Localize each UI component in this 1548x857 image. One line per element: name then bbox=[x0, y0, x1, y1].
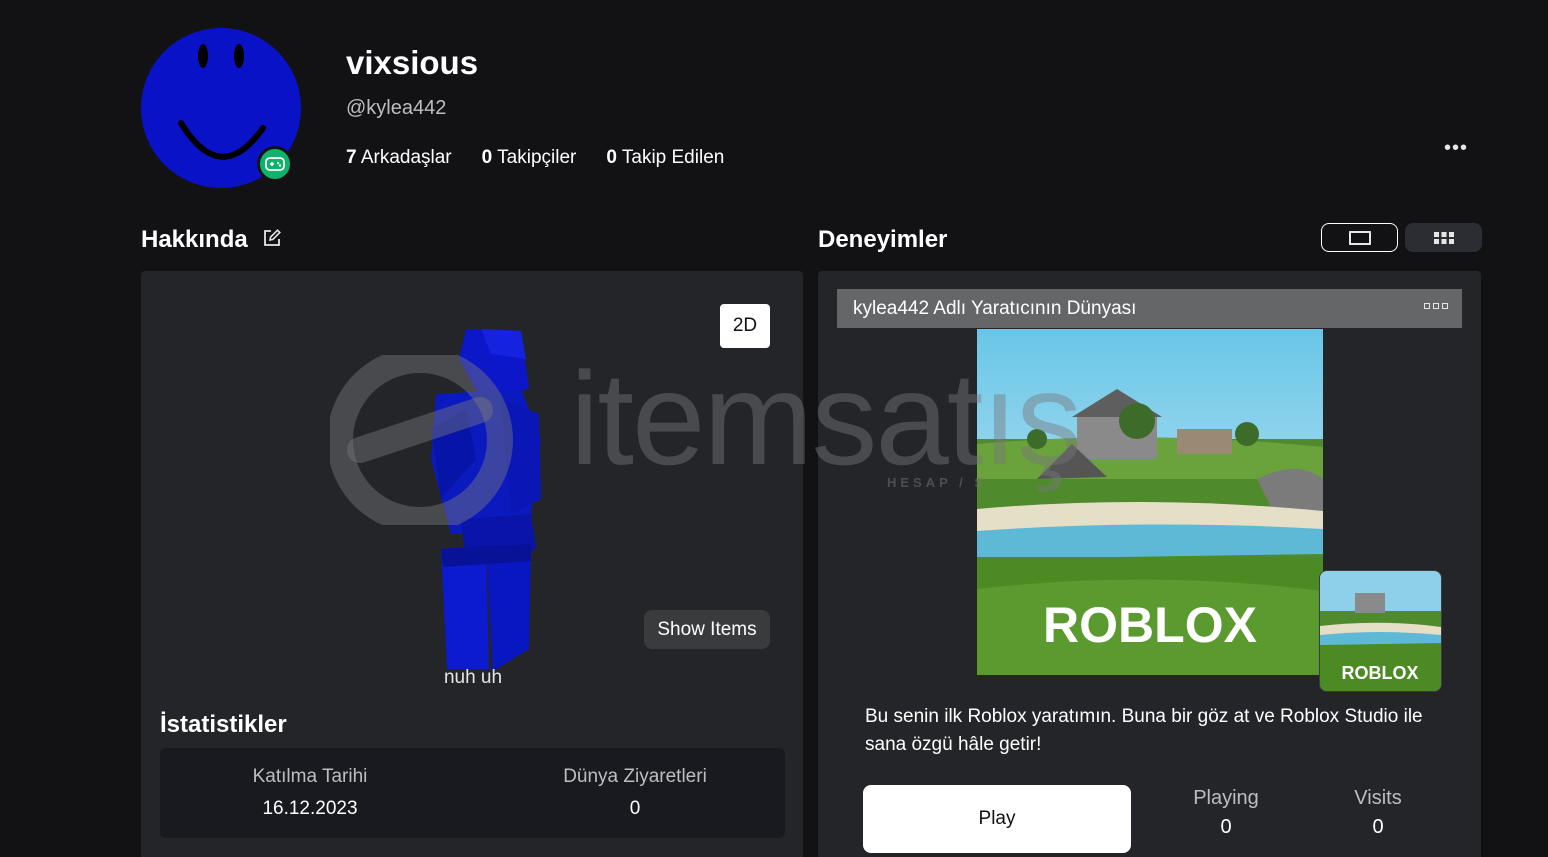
playing-value: 0 bbox=[1220, 816, 1232, 838]
place-visits-stat: Dünya Ziyaretleri 0 bbox=[485, 766, 785, 820]
experience-menu-icon[interactable] bbox=[1424, 303, 1448, 309]
avatar-caption: nuh uh bbox=[443, 667, 503, 688]
visits-value: 0 bbox=[1372, 816, 1384, 838]
show-items-button[interactable]: Show Items bbox=[644, 610, 770, 649]
view-toggle bbox=[1321, 223, 1482, 252]
toggle-2d-button[interactable]: 2D bbox=[720, 304, 770, 348]
profile-avatar[interactable] bbox=[141, 28, 301, 188]
playing-label: Playing bbox=[1193, 787, 1259, 809]
friends-count: 7 bbox=[346, 147, 357, 168]
about-title: Hakkında bbox=[141, 226, 282, 255]
join-date-stat: Katılma Tarihi 16.12.2023 bbox=[160, 766, 460, 820]
followers-link[interactable]: 0 Takipçiler bbox=[482, 147, 577, 169]
username-handle: @kylea442 bbox=[346, 97, 447, 119]
about-panel: 2D Show Items nuh uh İstatistikler Katıl… bbox=[141, 271, 803, 857]
place-visits-value: 0 bbox=[629, 798, 641, 819]
experience-name: kylea442 Adlı Yaratıcının Dünyası bbox=[853, 297, 1137, 319]
friends-link[interactable]: 7 Arkadaşlar bbox=[346, 147, 452, 169]
roblox-logo-text: ROBLOX bbox=[1043, 597, 1257, 653]
grid-icon bbox=[1433, 231, 1454, 244]
following-label: Takip Edilen bbox=[621, 147, 725, 168]
experiences-panel: kylea442 Adlı Yaratıcının Dünyası ROBLOX… bbox=[818, 271, 1481, 857]
followers-label: Takipçiler bbox=[497, 147, 577, 168]
more-options-button[interactable]: ••• bbox=[1440, 137, 1472, 159]
carousel-view-button[interactable] bbox=[1321, 223, 1398, 252]
statistics-title: İstatistikler bbox=[160, 711, 287, 738]
join-date-value: 16.12.2023 bbox=[262, 798, 358, 819]
experiences-title: Deneyimler bbox=[818, 226, 948, 253]
experience-title-bar[interactable]: kylea442 Adlı Yaratıcının Dünyası bbox=[837, 289, 1462, 328]
statistics-box: Katılma Tarihi 16.12.2023 Dünya Ziyaretl… bbox=[160, 748, 785, 838]
visits-stat: Visits 0 bbox=[1308, 787, 1448, 839]
about-title-text: Hakkında bbox=[141, 226, 248, 253]
grid-view-button[interactable] bbox=[1405, 223, 1482, 252]
single-view-icon bbox=[1348, 230, 1371, 245]
play-button[interactable]: Play bbox=[863, 785, 1131, 853]
roblox-small-logo-text: ROBLOX bbox=[1341, 663, 1418, 683]
experience-description: Bu senin ilk Roblox yaratımın. Buna bir … bbox=[865, 706, 1423, 755]
experience-thumbnail[interactable]: ROBLOX bbox=[977, 329, 1323, 675]
social-counts: 7 Arkadaşlar 0 Takipçiler 0 Takip Edilen bbox=[346, 147, 724, 169]
following-count: 0 bbox=[606, 147, 617, 168]
avatar-3d-render[interactable] bbox=[381, 299, 561, 669]
following-link[interactable]: 0 Takip Edilen bbox=[606, 147, 724, 169]
in-game-presence-icon bbox=[257, 146, 293, 182]
visits-label: Visits bbox=[1354, 787, 1402, 809]
followers-count: 0 bbox=[481, 147, 493, 168]
place-visits-label: Dünya Ziyaretleri bbox=[563, 766, 707, 787]
friends-label: Arkadaşlar bbox=[360, 147, 452, 168]
experience-icon-thumbnail[interactable]: ROBLOX bbox=[1319, 570, 1442, 692]
playing-stat: Playing 0 bbox=[1156, 787, 1296, 839]
profile-page: vixsious @kylea442 7 Arkadaşlar 0 Takipç… bbox=[0, 0, 1548, 857]
join-date-label: Katılma Tarihi bbox=[252, 766, 368, 787]
edit-icon[interactable] bbox=[262, 227, 282, 255]
display-name: vixsious bbox=[346, 44, 479, 81]
